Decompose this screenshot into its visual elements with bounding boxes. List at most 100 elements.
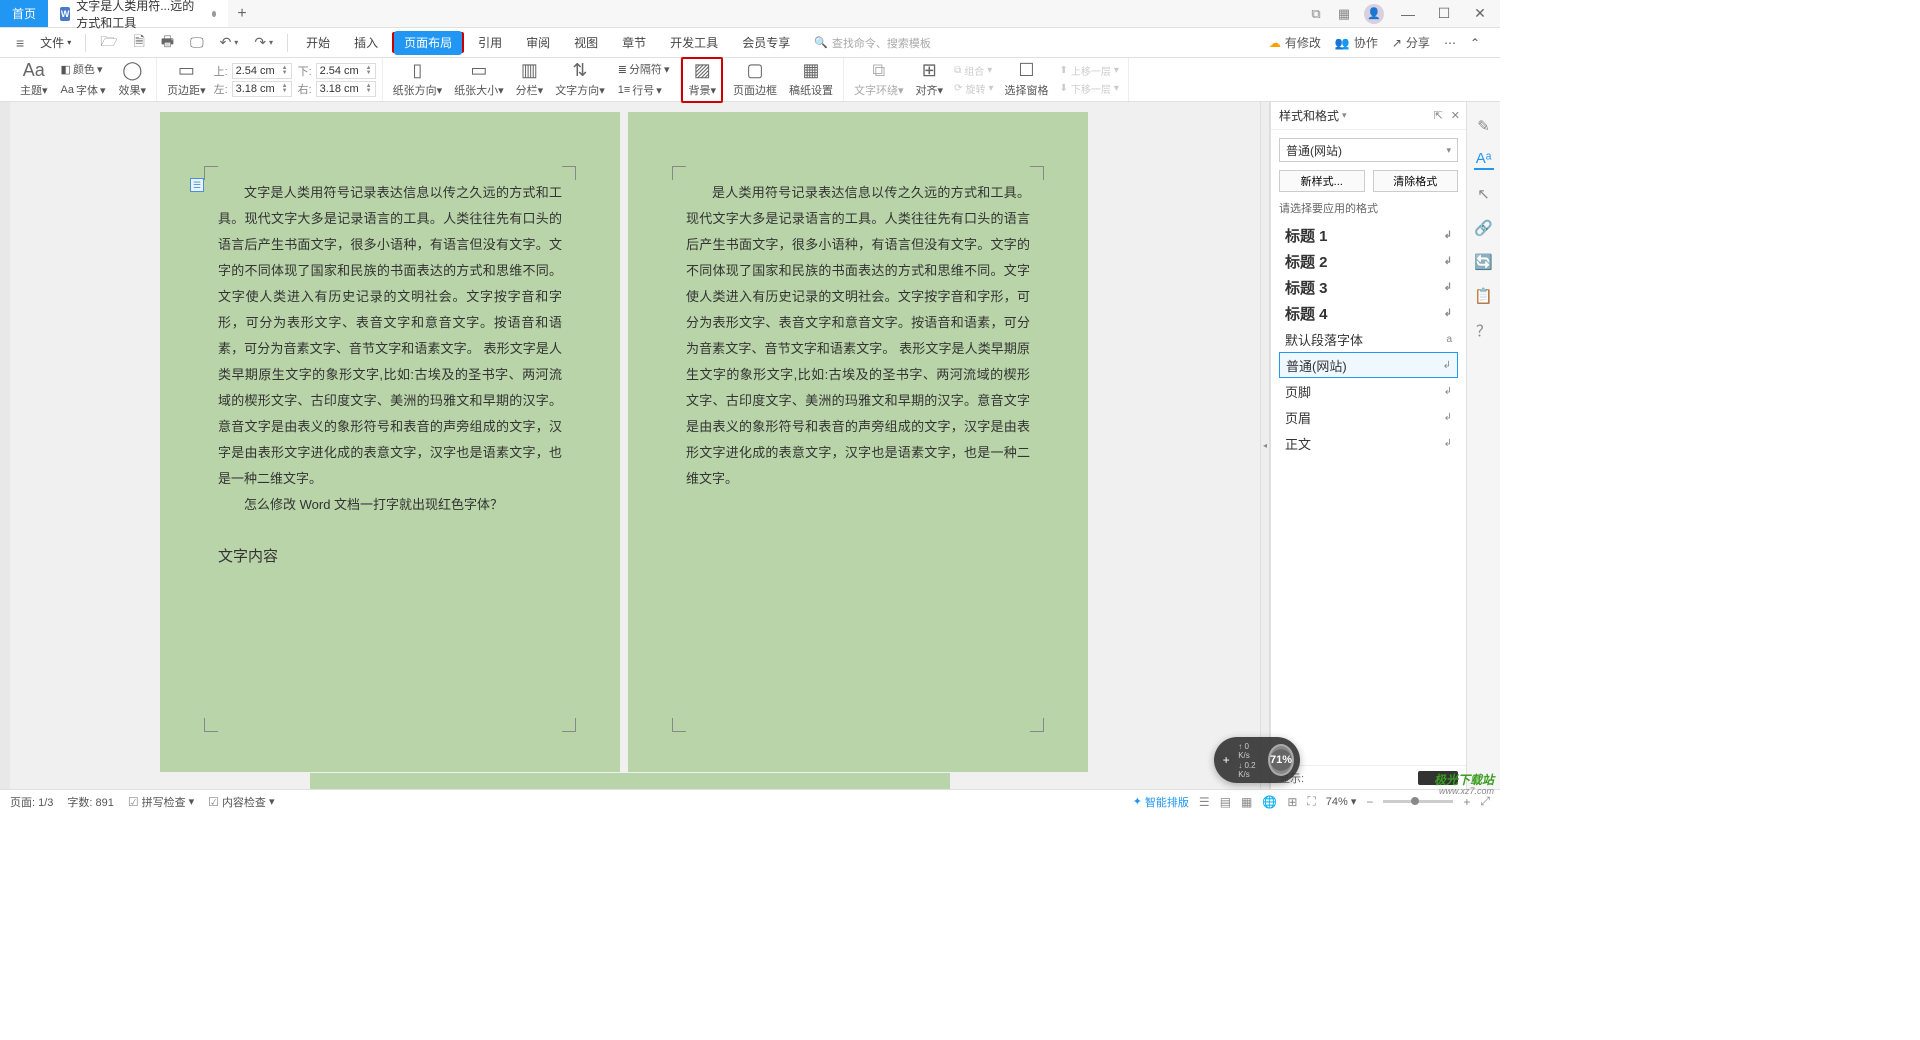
menubar-tab-view[interactable]: 视图 xyxy=(564,29,608,56)
menubar-tab-sections[interactable]: 章节 xyxy=(612,29,656,56)
theme-button[interactable]: Aa主题▾ xyxy=(16,60,52,100)
status-page[interactable]: 页面: 1/3 xyxy=(10,794,53,810)
vtool-select-icon[interactable]: ↖ xyxy=(1474,184,1494,204)
view-mode-5-icon[interactable]: ⊞ xyxy=(1287,795,1297,809)
vtool-help-icon[interactable]: ？ xyxy=(1474,320,1494,340)
zoom-level[interactable]: 74% ▾ xyxy=(1326,795,1357,808)
vtool-link-icon[interactable]: 🔗 xyxy=(1474,218,1494,238)
hamburger-menu-button[interactable]: ≡ xyxy=(10,32,30,54)
window-close-button[interactable]: ✕ xyxy=(1468,2,1492,26)
nav-pane-gutter[interactable] xyxy=(0,102,10,789)
page-border-button[interactable]: ▢页面边框 xyxy=(729,60,781,100)
zoom-slider[interactable] xyxy=(1383,800,1453,803)
floating-system-monitor[interactable]: + ↑ 0 K/s ↓ 0.2 K/s 71% xyxy=(1214,737,1300,783)
pane-pin-button[interactable]: ⇱ xyxy=(1434,109,1443,122)
page1-heading[interactable]: 文字内容 xyxy=(218,542,562,572)
open-file-button[interactable]: 🗁 xyxy=(94,28,123,58)
style-item-0[interactable]: 标题 1↲ xyxy=(1279,222,1458,248)
zoom-in-button[interactable]: + xyxy=(1463,795,1470,809)
margin-left-input[interactable]: 3.18 cm▲▼ xyxy=(232,81,292,97)
clear-format-button[interactable]: 清除格式 xyxy=(1373,170,1459,192)
redo-button[interactable]: ↷▾ xyxy=(248,31,279,54)
document-scroll-area[interactable]: ☰ 文字是人类用符号记录表达信息以传之久远的方式和工具。现代文字大多是记录语言的… xyxy=(0,102,1260,789)
vtool-pen-icon[interactable]: ✎ xyxy=(1474,116,1494,136)
file-menu-button[interactable]: 文件 ▾ xyxy=(34,31,77,54)
window-minimize-button[interactable]: — xyxy=(1396,2,1420,26)
align-button[interactable]: ⊞对齐▾ xyxy=(912,60,948,100)
chevron-down-icon[interactable]: ▾ xyxy=(1342,110,1347,121)
undo-button[interactable]: ↶▾ xyxy=(214,31,245,54)
style-item-2[interactable]: 标题 3↲ xyxy=(1279,274,1458,300)
pane-close-button[interactable]: ✕ xyxy=(1451,109,1460,122)
margin-right-input[interactable]: 3.18 cm▲▼ xyxy=(316,81,376,97)
more-menu-button[interactable]: ⋯ xyxy=(1444,36,1456,50)
orientation-button[interactable]: ▯纸张方向▾ xyxy=(389,60,447,100)
has-changes-indicator[interactable]: ☁有修改 xyxy=(1269,34,1321,51)
apps-grid-icon[interactable]: ▦ xyxy=(1336,6,1352,22)
smart-layout-button[interactable]: ✦智能排版 xyxy=(1133,794,1189,810)
fullscreen-icon[interactable]: ⤢ xyxy=(1480,794,1490,809)
float-plus-icon[interactable]: + xyxy=(1220,752,1232,768)
tab-home[interactable]: 首页 xyxy=(0,0,48,27)
paper-size-button[interactable]: ▭纸张大小▾ xyxy=(450,60,508,100)
columns-button[interactable]: ▥分栏▾ xyxy=(512,60,548,100)
window-maximize-button[interactable]: ☐ xyxy=(1432,2,1456,26)
margin-bottom-input[interactable]: 2.54 cm▲▼ xyxy=(316,63,376,79)
menubar-tab-references[interactable]: 引用 xyxy=(468,29,512,56)
margin-top-input[interactable]: 2.54 cm▲▼ xyxy=(232,63,292,79)
paragraph-tag-icon[interactable]: ☰ xyxy=(190,178,204,192)
float-percent-circle[interactable]: 71% xyxy=(1268,744,1294,776)
style-item-8[interactable]: 正文↲ xyxy=(1279,430,1458,456)
style-item-7[interactable]: 页眉↲ xyxy=(1279,404,1458,430)
status-words[interactable]: 字数: 891 xyxy=(67,794,113,810)
new-style-button[interactable]: 新样式... xyxy=(1279,170,1365,192)
background-button[interactable]: ▨背景▾ xyxy=(684,60,720,100)
menubar-tab-developer[interactable]: 开发工具 xyxy=(660,29,728,56)
page-1[interactable]: ☰ 文字是人类用符号记录表达信息以传之久远的方式和工具。现代文字大多是记录语言的… xyxy=(160,112,620,772)
vtool-clipboard-icon[interactable]: 📋 xyxy=(1474,286,1494,306)
page-2[interactable]: 是人类用符号记录表达信息以传之久远的方式和工具。现代文字大多是记录语言的工具。人… xyxy=(628,112,1088,772)
selection-pane-button[interactable]: ☐选择窗格 xyxy=(1000,60,1052,100)
current-style-select[interactable]: 普通(网站)▾ xyxy=(1279,138,1458,162)
status-spellcheck[interactable]: ☑拼写检查 ▾ xyxy=(128,794,194,810)
manuscript-button[interactable]: ▦稿纸设置 xyxy=(785,60,837,100)
effect-button[interactable]: ◯效果▾ xyxy=(115,60,151,100)
vtool-replace-icon[interactable]: 🔄 xyxy=(1474,252,1494,272)
page2-para1[interactable]: 是人类用符号记录表达信息以传之久远的方式和工具。现代文字大多是记录语言的工具。人… xyxy=(686,180,1030,492)
breaks-button[interactable]: ≣ 分隔符▾ xyxy=(613,59,675,79)
vtool-styles-icon[interactable]: Aᵃ xyxy=(1474,150,1494,170)
styles-footer-dropdown[interactable] xyxy=(1418,771,1458,785)
style-item-5[interactable]: 普通(网站)↲ xyxy=(1279,352,1458,378)
menubar-tab-page-layout[interactable]: 页面布局 xyxy=(394,31,462,55)
style-item-1[interactable]: 标题 2↲ xyxy=(1279,248,1458,274)
search-commands-input[interactable]: 🔍 查找命令、搜索模板 xyxy=(814,35,931,51)
font-button[interactable]: Aa 字体▾ xyxy=(56,80,111,100)
menubar-tab-review[interactable]: 审阅 xyxy=(516,29,560,56)
view-mode-3-icon[interactable]: ▦ xyxy=(1241,795,1252,809)
menubar-tab-member[interactable]: 会员专享 xyxy=(732,29,800,56)
style-item-3[interactable]: 标题 4↲ xyxy=(1279,300,1458,326)
print-preview-button[interactable]: 🖵 xyxy=(184,31,210,54)
text-direction-button[interactable]: ⇅文字方向▾ xyxy=(551,60,609,100)
print-button[interactable]: 🖶 xyxy=(155,28,180,58)
menubar-tab-start[interactable]: 开始 xyxy=(296,29,340,56)
page1-para2[interactable]: 怎么修改 Word 文档一打字就出现红色字体？ xyxy=(218,492,562,518)
view-mode-1-icon[interactable]: ☰ xyxy=(1199,795,1210,809)
tab-add-button[interactable]: + xyxy=(228,0,256,27)
line-number-button[interactable]: 1≡ 行号▾ xyxy=(613,80,675,100)
user-avatar[interactable]: 👤 xyxy=(1364,4,1384,24)
pane-collapse-gutter[interactable]: ◂ xyxy=(1260,102,1270,789)
view-mode-2-icon[interactable]: ▤ xyxy=(1220,795,1231,809)
page1-para1[interactable]: 文字是人类用符号记录表达信息以传之久远的方式和工具。现代文字大多是记录语言的工具… xyxy=(218,180,562,492)
fit-page-icon[interactable]: ⛶ xyxy=(1307,794,1315,809)
save-button[interactable]: 🗎 xyxy=(128,28,151,58)
zoom-out-button[interactable]: − xyxy=(1366,795,1373,809)
page-margin-button[interactable]: ▭页边距▾ xyxy=(163,60,210,100)
share-button[interactable]: ↗分享 xyxy=(1392,34,1430,51)
view-mode-4-icon[interactable]: 🌐 xyxy=(1262,795,1277,809)
status-content-check[interactable]: ☑内容检查 ▾ xyxy=(208,794,274,810)
style-item-6[interactable]: 页脚↲ xyxy=(1279,378,1458,404)
collaborate-button[interactable]: 👥协作 xyxy=(1335,34,1378,51)
style-item-4[interactable]: 默认段落字体a xyxy=(1279,326,1458,352)
chevron-up-icon[interactable]: ⌃ xyxy=(1470,36,1480,50)
